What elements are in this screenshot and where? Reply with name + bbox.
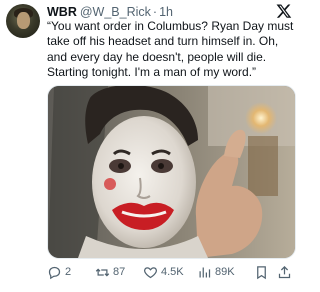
tweet-header: WBR @W_B_Rick · 1h	[47, 4, 267, 20]
action-bar: 2 87 4.5K 89K	[47, 263, 295, 281]
bookmark-icon	[257, 265, 266, 279]
reply-button[interactable]: 2	[47, 263, 71, 281]
share-button[interactable]	[277, 263, 292, 281]
tweet-timestamp[interactable]: 1h	[159, 5, 173, 19]
like-button[interactable]: 4.5K	[143, 263, 184, 281]
tweet-photo[interactable]	[47, 85, 296, 259]
tweet-card[interactable]: WBR @W_B_Rick · 1h “You want order in Colum…	[0, 0, 300, 292]
header-separator: ·	[152, 5, 158, 19]
views-icon	[199, 267, 211, 277]
x-logo-icon	[276, 4, 292, 18]
heart-icon	[143, 266, 158, 278]
avatar-face	[17, 12, 30, 29]
reply-icon	[48, 266, 61, 279]
bookmark-button[interactable]	[254, 263, 269, 281]
author-name[interactable]: WBR	[47, 5, 77, 19]
views-button[interactable]: 89K	[197, 263, 235, 281]
views-count: 89K	[215, 266, 235, 278]
repost-button[interactable]: 87	[95, 263, 125, 281]
author-handle[interactable]: @W_B_Rick	[80, 5, 151, 19]
avatar[interactable]	[6, 4, 40, 38]
tweet-text: “You want order in Columbus? Ryan Day mu…	[47, 19, 294, 80]
repost-icon	[95, 267, 110, 277]
reply-count: 2	[65, 266, 72, 278]
share-icon	[278, 265, 291, 278]
like-count: 4.5K	[161, 266, 184, 278]
repost-count: 87	[113, 266, 126, 278]
photo-man-with-smeared-clown-makeup	[48, 86, 295, 258]
